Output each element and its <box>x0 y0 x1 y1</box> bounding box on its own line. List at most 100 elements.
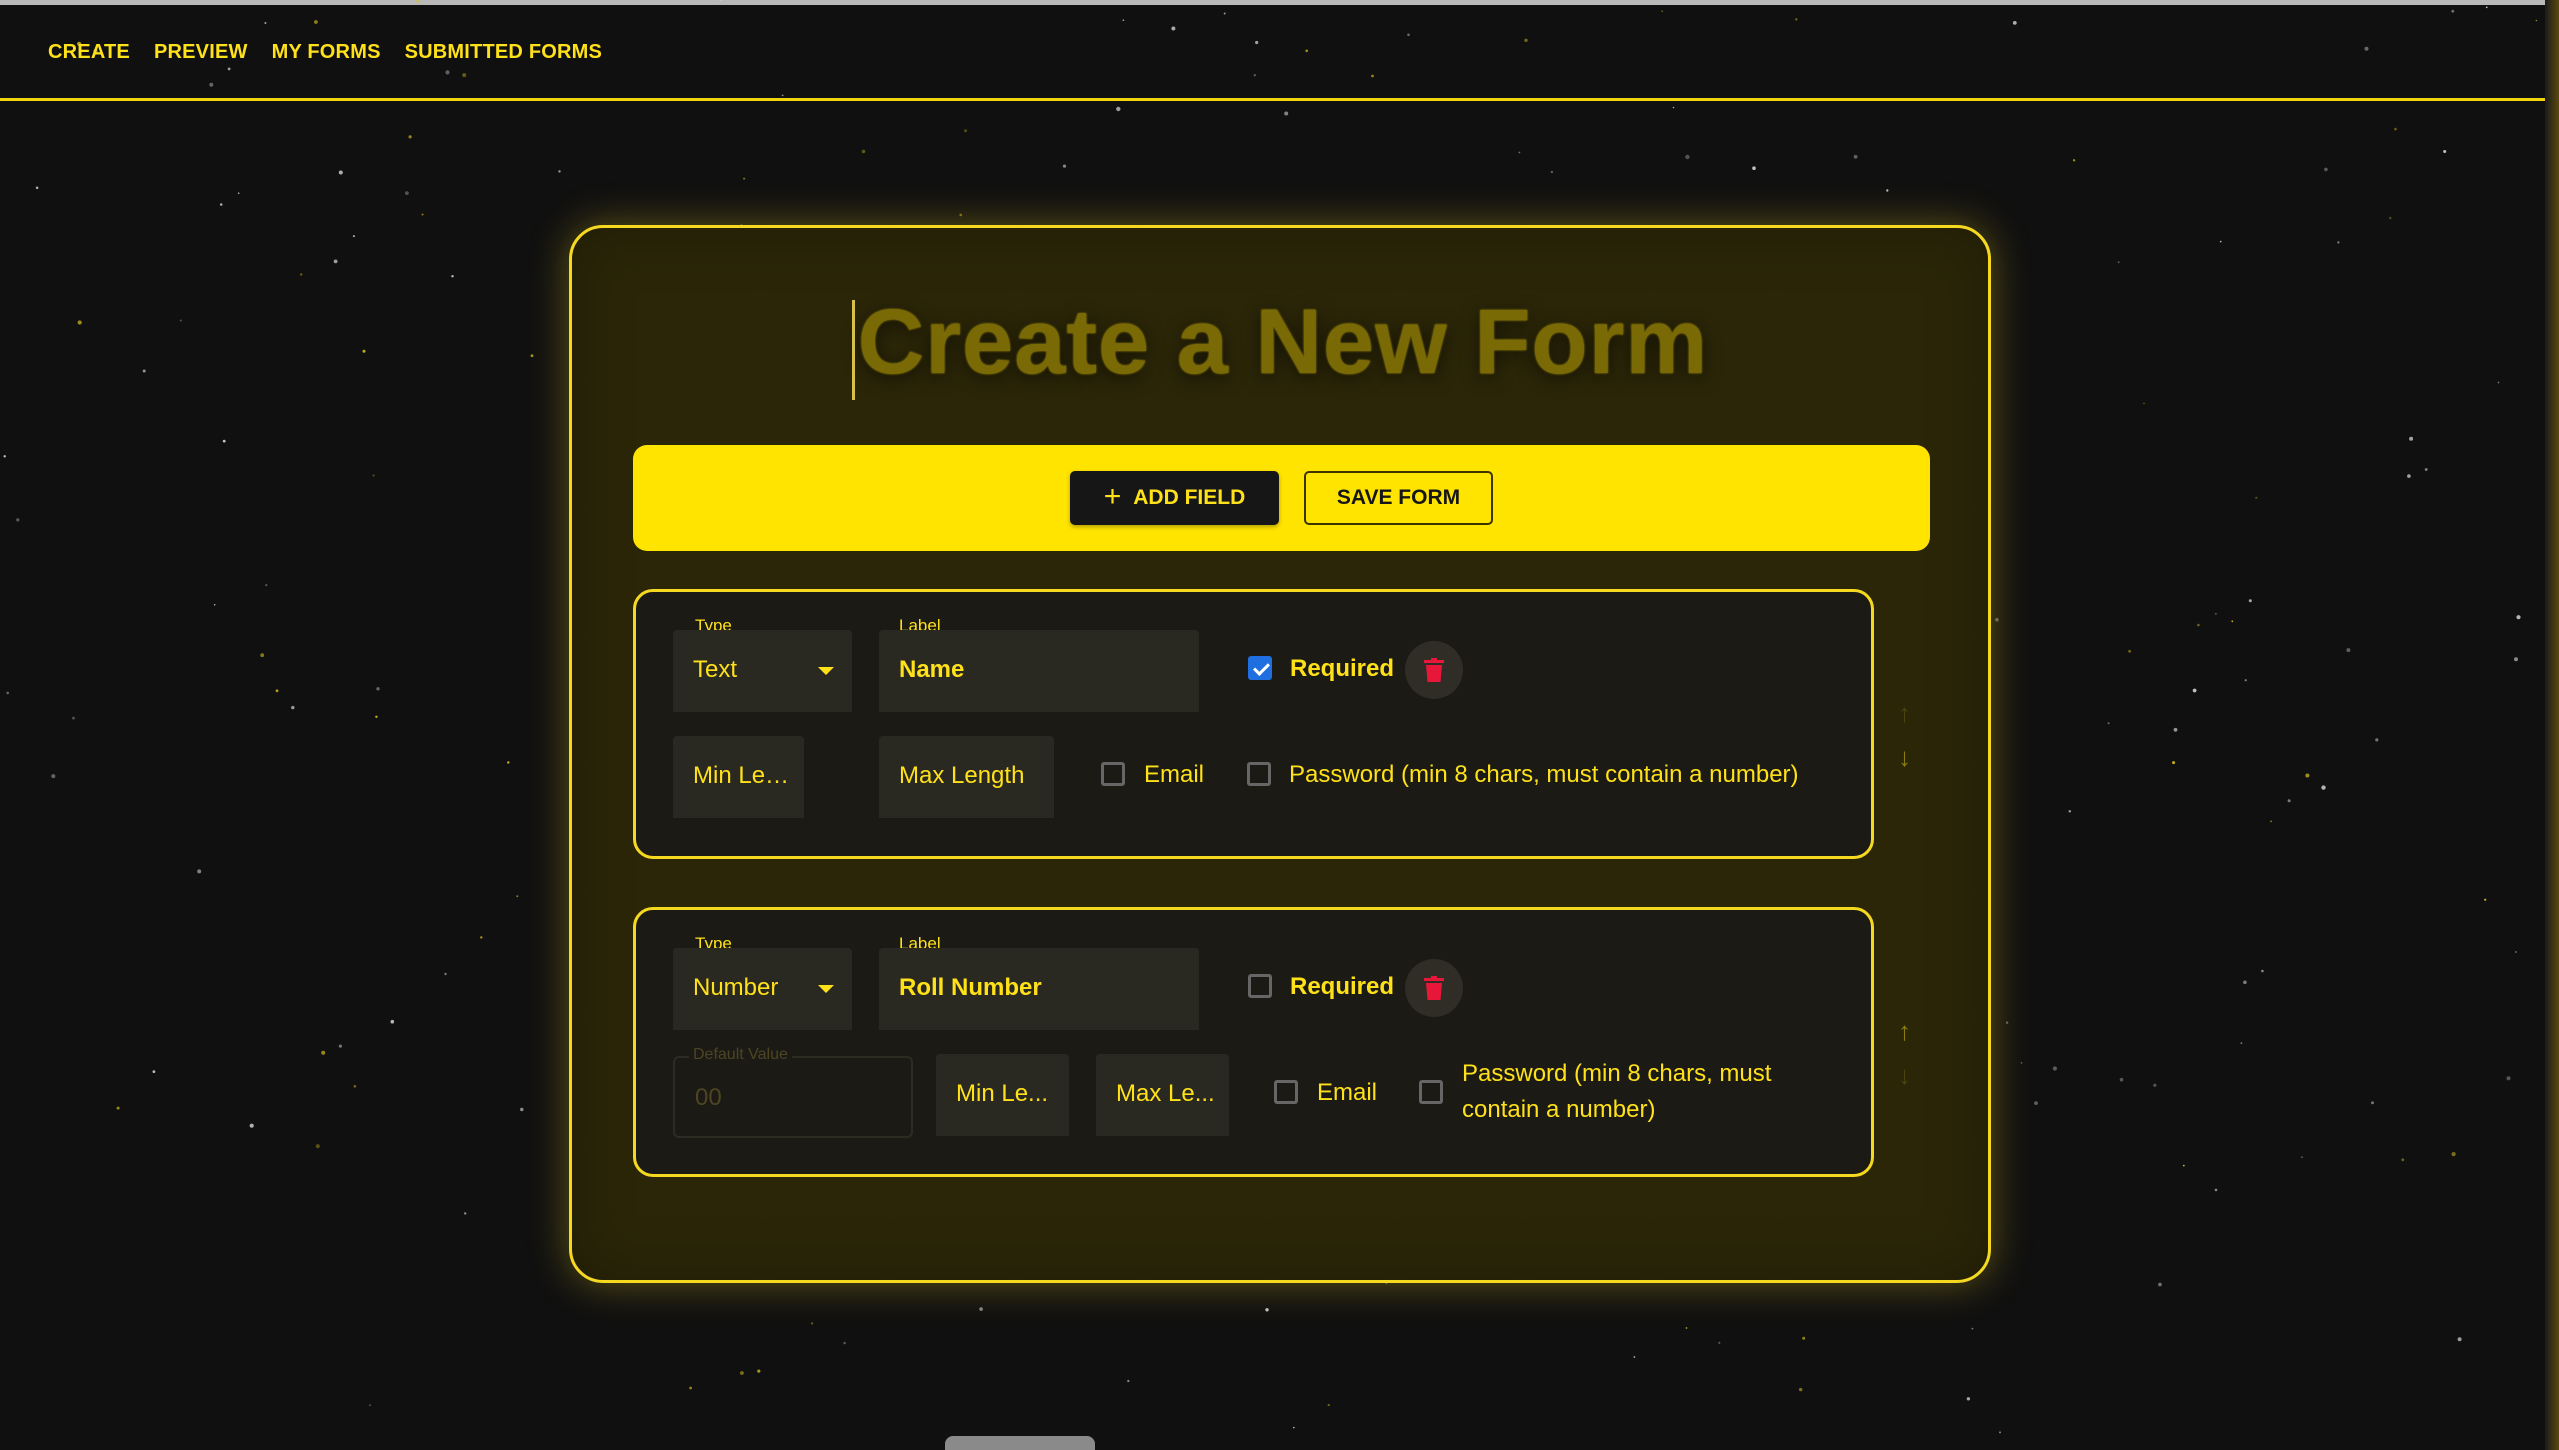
required-label: Required <box>1290 655 1395 682</box>
star <box>2182 1164 2185 1167</box>
star <box>265 584 268 587</box>
default-value-input[interactable]: Default Value 00 <box>673 1046 913 1138</box>
required-checkbox[interactable] <box>1248 974 1272 998</box>
add-field-button[interactable]: + ADD FIELD <box>1070 471 1279 525</box>
star <box>2337 241 2340 244</box>
horizontal-scroll-thumb[interactable] <box>945 1436 1095 1450</box>
star <box>213 604 216 606</box>
star <box>405 191 409 196</box>
star <box>1886 189 1889 192</box>
password-label-line1: Password (min 8 chars, must <box>1462 1060 1772 1087</box>
min-length-input[interactable]: Min Length <box>673 736 804 818</box>
label-input[interactable]: Name <box>879 630 1199 712</box>
password-checkbox[interactable] <box>1247 762 1271 786</box>
star <box>291 705 295 710</box>
min-length-placeholder: Min Length <box>693 762 790 789</box>
arrow-up-icon[interactable]: ↑ <box>1898 698 1911 729</box>
star <box>2484 898 2487 901</box>
window-scrollbar-track[interactable] <box>2545 0 2559 1450</box>
star <box>2409 436 2414 441</box>
label-input[interactable]: Roll Number <box>879 948 1199 1030</box>
star <box>390 1019 395 1024</box>
star <box>6 691 9 695</box>
max-length-input[interactable]: Max Length <box>879 736 1054 818</box>
star <box>51 774 56 779</box>
star <box>219 203 223 206</box>
star <box>2143 402 2145 405</box>
star <box>964 129 968 133</box>
type-select[interactable]: Number <box>673 948 852 1030</box>
star <box>2516 615 2521 620</box>
nav-links: CREATE PREVIEW MY FORMS SUBMITTED FORMS <box>48 41 602 64</box>
star <box>740 1371 744 1375</box>
type-select[interactable]: Text <box>673 630 852 712</box>
star <box>480 936 483 939</box>
star <box>2240 1042 2243 1044</box>
star <box>2321 785 2326 790</box>
star <box>757 1369 761 1373</box>
min-length-input[interactable]: Min Le... <box>936 1054 1069 1136</box>
required-checkbox[interactable] <box>1248 656 1272 680</box>
star <box>2401 1158 2405 1162</box>
star <box>338 1044 342 1048</box>
star <box>275 689 279 693</box>
max-length-input[interactable]: Max Le... <box>1096 1054 1229 1136</box>
top-navbar: CREATE PREVIEW MY FORMS SUBMITTED FORMS <box>0 5 2545 101</box>
star <box>2231 620 2234 623</box>
save-form-button[interactable]: SAVE FORM <box>1304 471 1493 525</box>
star <box>2117 261 2120 264</box>
star <box>338 170 343 175</box>
star <box>2261 969 2264 973</box>
star <box>72 716 75 720</box>
star <box>2287 799 2291 803</box>
default-value-label: Default Value <box>689 1046 792 1064</box>
max-length-placeholder: Max Length <box>899 762 1025 789</box>
star <box>1293 1426 1295 1429</box>
field-card: Type Number Label Roll Number Required D… <box>633 907 1874 1177</box>
star <box>2119 1077 2124 1082</box>
arrow-up-icon[interactable]: ↑ <box>1898 1016 1911 1047</box>
star <box>353 1085 357 1088</box>
star <box>2497 381 2500 384</box>
star <box>1966 1397 1971 1401</box>
nav-my-forms[interactable]: MY FORMS <box>272 41 381 64</box>
star <box>1518 151 1521 154</box>
star <box>421 213 424 216</box>
star <box>2301 1156 2303 1158</box>
star <box>1685 154 1690 160</box>
plus-icon: + <box>1103 479 1122 513</box>
star <box>2457 1337 2462 1342</box>
password-checkbox[interactable] <box>1419 1080 1443 1104</box>
star <box>2020 1062 2023 1064</box>
star <box>416 0 420 3</box>
star <box>1995 617 1999 622</box>
email-checkbox[interactable] <box>1274 1080 1298 1104</box>
star <box>352 235 355 238</box>
star <box>77 320 82 325</box>
nav-preview[interactable]: PREVIEW <box>154 41 248 64</box>
star <box>1327 1403 1331 1407</box>
star <box>1062 164 1067 168</box>
star <box>2158 1282 2162 1287</box>
email-checkbox[interactable] <box>1101 762 1125 786</box>
arrow-down-icon[interactable]: ↓ <box>1898 742 1911 773</box>
delete-field-button[interactable] <box>1405 641 1463 699</box>
star <box>315 1144 320 1149</box>
star <box>2248 599 2252 603</box>
nav-submitted-forms[interactable]: SUBMITTED FORMS <box>405 41 602 64</box>
star <box>2506 1076 2511 1081</box>
star <box>3 455 6 458</box>
star <box>1284 111 1289 116</box>
star <box>369 1404 371 1407</box>
star <box>300 273 303 276</box>
star <box>2443 150 2447 153</box>
form-builder-card: Create a New Form + ADD FIELD SAVE FORM … <box>569 225 1991 1283</box>
arrow-down-icon[interactable]: ↓ <box>1898 1060 1911 1091</box>
star <box>116 1106 120 1110</box>
star <box>16 518 20 522</box>
star <box>1127 1379 1130 1383</box>
star <box>689 1386 692 1390</box>
star <box>260 653 265 658</box>
nav-create[interactable]: CREATE <box>48 41 130 64</box>
delete-field-button[interactable] <box>1405 959 1463 1017</box>
